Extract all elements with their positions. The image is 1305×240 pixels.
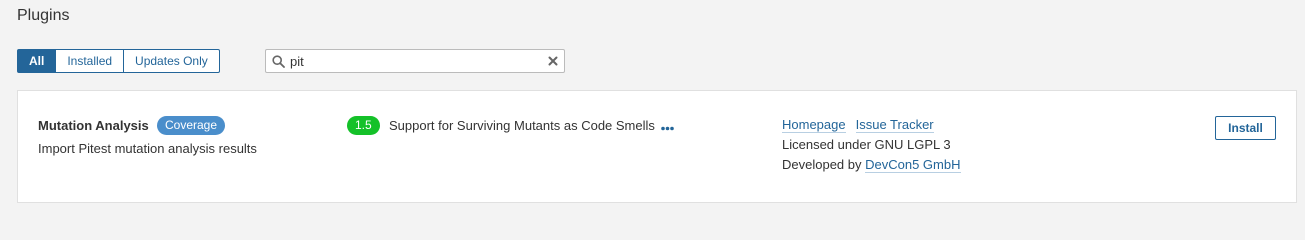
filter-all-button[interactable]: All	[17, 49, 57, 73]
developer-link[interactable]: DevCon5 GmbH	[865, 157, 961, 173]
homepage-link[interactable]: Homepage	[782, 117, 846, 133]
filter-button-group: All Installed Updates Only	[17, 49, 220, 73]
developed-by-label: Developed by	[782, 157, 862, 172]
filter-installed-button[interactable]: Installed	[55, 49, 125, 73]
category-badge: Coverage	[157, 116, 226, 135]
install-button[interactable]: Install	[1215, 116, 1276, 140]
close-icon[interactable]	[542, 50, 564, 72]
search-box	[265, 49, 565, 73]
plugin-description: Import Pitest mutation analysis results	[38, 141, 257, 156]
page-title: Plugins	[17, 7, 70, 24]
license-text: Licensed under GNU LGPL 3	[782, 137, 951, 152]
release-note: Support for Surviving Mutants as Code Sm…	[389, 118, 655, 133]
plugin-name: Mutation Analysis	[38, 118, 149, 133]
more-dots-icon[interactable]	[661, 118, 674, 134]
search-icon	[266, 50, 290, 72]
developer-info: Developed by DevCon5 GmbH	[782, 157, 961, 173]
issue-tracker-link[interactable]: Issue Tracker	[855, 117, 934, 133]
plugin-card: Mutation Analysis Coverage Import Pitest…	[17, 90, 1297, 203]
filter-updates-only-button[interactable]: Updates Only	[123, 49, 220, 73]
version-badge: 1.5	[347, 116, 380, 135]
plugin-links: Homepage Issue Tracker	[782, 117, 934, 133]
search-input[interactable]	[290, 51, 542, 71]
